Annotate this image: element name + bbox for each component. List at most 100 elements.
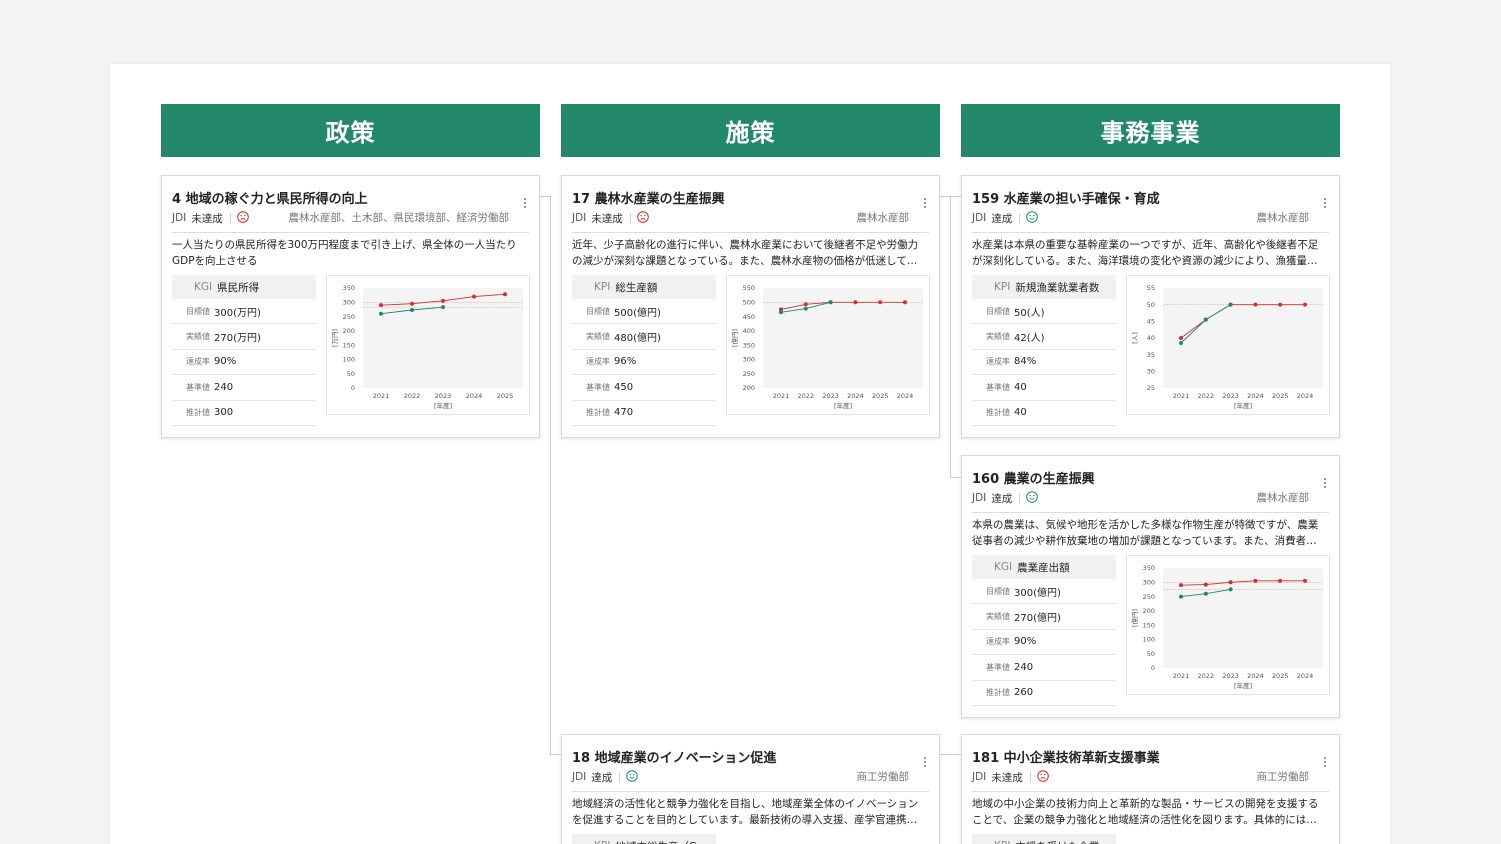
y-tick-label: 350 [1143, 564, 1155, 572]
more-menu-icon[interactable] [1324, 478, 1327, 488]
kpi-table: KPI 支援を受けた企業 [972, 834, 1116, 844]
kpi-table: KPI 地域内総生産（G [572, 834, 716, 844]
status-row: JDI 未達成 [972, 769, 1049, 785]
status-text: 達成 [591, 771, 613, 784]
kpi-row-value: 40 [1014, 407, 1027, 419]
x-tick-label: 2023 [435, 392, 452, 400]
card-title[interactable]: 159 水産業の担い手確保・育成 [972, 188, 1160, 207]
y-tick-label: 200 [743, 384, 755, 392]
data-point [1203, 317, 1208, 322]
kpi-header: KPI 地域内総生産（G [572, 834, 716, 844]
column-header-policy: 政策 [161, 104, 540, 157]
data-point [1228, 580, 1233, 585]
y-axis-label: [人] [1131, 332, 1139, 344]
x-tick-label: 2022 [1198, 672, 1215, 680]
kpi-row-label: 実績値 [186, 332, 210, 342]
status-text: 未達成 [191, 212, 223, 225]
kpi-row: 達成率 90% [172, 350, 316, 376]
divider [629, 212, 631, 224]
more-menu-icon[interactable] [924, 198, 927, 208]
kpi-row-value: 40 [1014, 381, 1027, 393]
divider [572, 232, 929, 233]
card-title[interactable]: 4 地域の稼ぐ力と県民所得の向上 [172, 188, 368, 207]
kpi-row: 実績値 480(億円) [572, 324, 716, 350]
connector-line [550, 196, 551, 754]
kpi-type: KGI [194, 281, 213, 293]
kpi-name: 農業産出額 [1017, 561, 1070, 574]
kpi-row-label: 推計値 [986, 688, 1010, 698]
connector-line [950, 477, 961, 478]
jdi-label: JDI [172, 212, 187, 224]
data-point [803, 306, 808, 311]
card-policy-4[interactable]: 4 地域の稼ぐ力と県民所得の向上 JDI 未達成 農林水産部、土木部、県民環境部、経済… [161, 175, 540, 438]
kpi-row: 基準値 40 [972, 375, 1116, 401]
more-menu-icon[interactable] [1324, 198, 1327, 208]
y-tick-label: 400 [743, 327, 755, 335]
card-measure-18[interactable]: 18 地域産業のイノベーション促進 JDI 達成 商工労働部 地域経済の活性化と競争力強… [561, 734, 940, 844]
smile-face-icon [626, 769, 639, 785]
y-tick-label: 50 [347, 370, 355, 378]
kpi-row-value: 240 [1014, 661, 1034, 673]
plot-area [1163, 568, 1323, 668]
kpi-row-value: 480(億円) [614, 333, 661, 345]
y-tick-label: 200 [1143, 607, 1155, 615]
y-tick-label: 350 [343, 284, 355, 292]
y-tick-label: 500 [743, 298, 755, 306]
y-tick-label: 0 [351, 384, 355, 392]
card-title[interactable]: 17 農林水産業の生産振興 [572, 188, 725, 207]
plot-area [363, 288, 523, 388]
y-axis-label: [億円] [730, 329, 739, 347]
data-point [878, 300, 883, 305]
divider [619, 771, 621, 783]
divider [972, 232, 1329, 233]
kpi-name: 総生産額 [615, 281, 658, 294]
kpi-row-value: 50(人) [1014, 307, 1045, 319]
data-point [441, 298, 445, 303]
data-point [853, 300, 858, 305]
kpi-row: 目標値 50(人) [972, 299, 1116, 325]
y-tick-label: 25 [1147, 384, 1155, 392]
status-text: 未達成 [591, 212, 623, 225]
kpi-row: 実績値 270(億円) [972, 604, 1116, 630]
kpi-row-label: 達成率 [186, 357, 210, 367]
card-title[interactable]: 18 地域産業のイノベーション促進 [572, 747, 776, 766]
card-title[interactable]: 160 農業の生産振興 [972, 468, 1095, 487]
kpi-chart: 200 250 300 350 400 450 500 550 2021 2022 2023 2024… [726, 275, 930, 415]
x-tick-label: 2021 [1173, 672, 1190, 680]
card-project-181[interactable]: 181 中小企業技術革新支援事業 JDI 未達成 商工労働部 地域の中小企業の技術力向上… [961, 734, 1340, 844]
kpi-row-label: 目標値 [586, 306, 610, 316]
divider [972, 512, 1329, 513]
kpi-row: 実績値 270(万円) [172, 324, 316, 350]
kpi-row: 基準値 450 [572, 375, 716, 401]
card-description: 近年、少子高齢化の進行に伴い、農林水産業において後継者不足や労働力の減少が深刻な… [572, 239, 919, 267]
x-axis-label: [年度] [834, 401, 852, 410]
more-menu-icon[interactable] [924, 757, 927, 767]
more-menu-icon[interactable] [524, 198, 527, 208]
kpi-name: 地域内総生産（G [615, 839, 697, 844]
y-tick-label: 30 [1147, 368, 1155, 376]
card-project-160[interactable]: 160 農業の生産振興 JDI 達成 農林水産部 本県の農業は、気候や地形を活かした多様… [961, 455, 1340, 718]
y-tick-label: 100 [343, 356, 355, 364]
more-menu-icon[interactable] [1324, 757, 1327, 767]
y-tick-label: 0 [1151, 664, 1155, 672]
kpi-name: 支援を受けた企業 [1015, 839, 1099, 844]
data-point [1179, 594, 1183, 599]
jdi-label: JDI [972, 212, 987, 224]
kpi-row: 目標値 300(億円) [972, 579, 1116, 605]
x-tick-label: 2021 [373, 392, 390, 400]
kpi-row: 達成率 90% [972, 630, 1116, 656]
card-measure-17[interactable]: 17 農林水産業の生産振興 JDI 未達成 農林水産部 近年、少子高齢化の進行に伴い、農… [561, 175, 940, 438]
x-tick-label: 2025 [1272, 672, 1289, 680]
kpi-row-label: 推計値 [586, 408, 610, 418]
kpi-chart: 0 50 100 150 200 250 300 350 2021 2022 2023 2024 202… [326, 275, 530, 415]
x-tick-label: 2023 [822, 392, 839, 400]
divider [172, 232, 529, 233]
y-axis-label: [万円] [331, 329, 339, 347]
card-title[interactable]: 181 中小企業技術革新支援事業 [972, 747, 1160, 766]
card-project-159[interactable]: 159 水産業の担い手確保・育成 JDI 達成 農林水産部 水産業は本県の重要な基幹産業… [961, 175, 1340, 438]
kpi-row-value: 42(人) [1014, 333, 1045, 345]
kpi-row: 推計値 300 [172, 401, 316, 426]
kpi-row: 実績値 42(人) [972, 324, 1116, 350]
x-tick-label: 2021 [773, 392, 790, 400]
status-row: JDI 達成 [972, 490, 1039, 506]
